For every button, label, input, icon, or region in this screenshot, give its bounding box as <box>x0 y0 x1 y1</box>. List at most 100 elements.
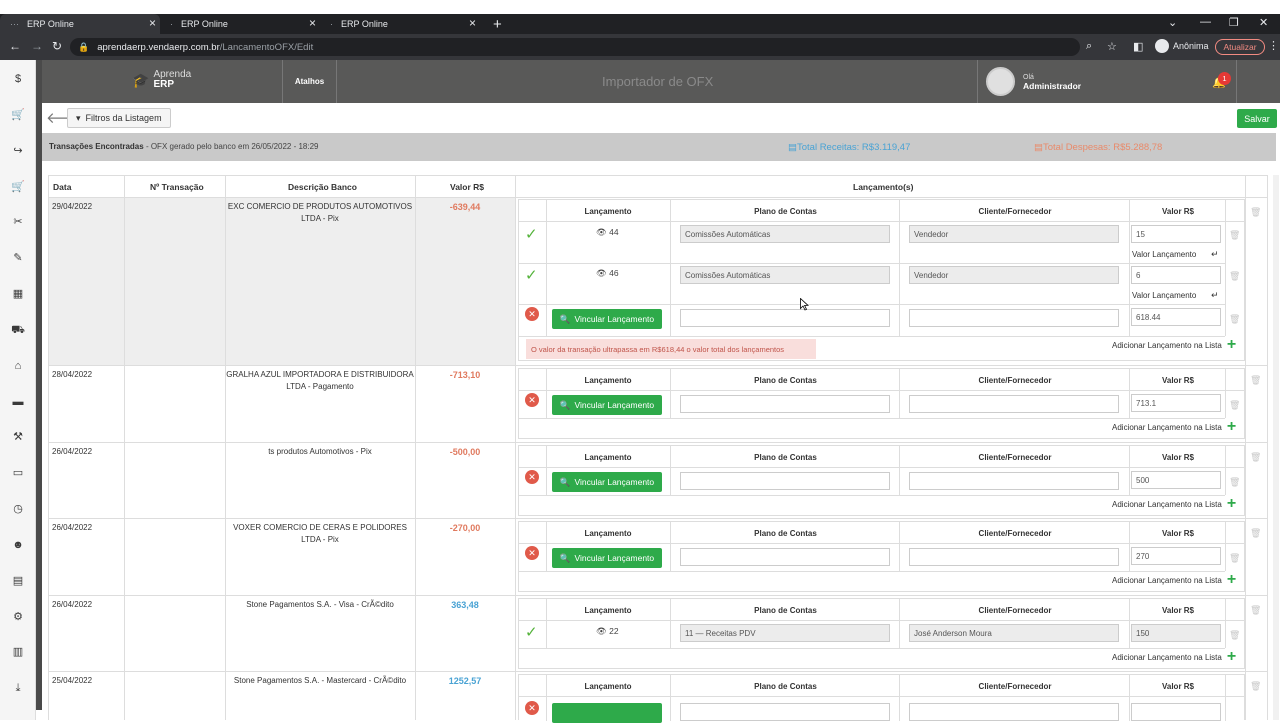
browser-tab[interactable]: · ERP Online × <box>160 14 320 34</box>
plano-input[interactable] <box>680 395 890 413</box>
trash-icon[interactable]: 🗑 <box>1229 630 1240 641</box>
profile-label: Anônima <box>1173 41 1209 51</box>
close-window-icon[interactable]: ✕ <box>1259 16 1268 29</box>
logo[interactable]: 🎓 Aprenda ERP <box>132 70 191 90</box>
sub-col-lancamento: Lançamento <box>584 207 632 216</box>
tab-title: ERP Online <box>181 19 228 29</box>
atalhos-button[interactable]: Atalhos <box>282 60 337 103</box>
trash-icon[interactable]: 🗑 <box>1229 400 1240 411</box>
trash-icon[interactable]: 🗑 <box>1250 605 1261 616</box>
boxes-icon[interactable]: ▦ <box>10 287 26 301</box>
monitor-icon[interactable]: ▭ <box>10 466 26 480</box>
entry-link[interactable]: 👁 46 <box>596 268 619 279</box>
entry-link[interactable]: 👁 44 <box>596 227 619 238</box>
clock-icon[interactable]: ◷ <box>10 502 26 516</box>
enter-icon[interactable]: ↵ <box>1211 290 1219 301</box>
add-lancamento-link[interactable]: Adicionar Lançamento na Lista + <box>1112 419 1236 435</box>
wrench-icon[interactable]: ⚒ <box>10 430 26 444</box>
share-icon[interactable]: ↪ <box>10 144 26 158</box>
tools-icon[interactable]: ✂ <box>10 215 26 229</box>
valor-input[interactable]: 618.44 <box>1131 308 1221 326</box>
trash-icon[interactable]: 🗑 <box>1250 207 1261 218</box>
zoom-icon[interactable]: ⌕ <box>1086 40 1092 53</box>
trash-icon[interactable]: 🗑 <box>1229 314 1240 325</box>
edit-icon[interactable]: ✎ <box>10 251 26 265</box>
vincular-button[interactable]: 🔍 Vincular Lançamento <box>552 548 662 568</box>
reload-icon[interactable]: ↻ <box>52 39 62 53</box>
save-button[interactable]: Salvar <box>1237 109 1277 128</box>
cliente-input[interactable] <box>909 309 1119 327</box>
cliente-field: Vendedor <box>909 225 1119 243</box>
cliente-input[interactable] <box>909 548 1119 566</box>
car-icon[interactable]: ▬ <box>10 395 26 409</box>
sidebar-icon[interactable]: ◧ <box>1133 40 1143 53</box>
col-transacao: Nº Transação <box>150 182 204 192</box>
truck-icon[interactable]: ⛟ <box>10 323 26 337</box>
report-icon[interactable]: ▤ <box>10 574 26 588</box>
browser-tab[interactable]: ··· ERP Online × <box>0 14 160 34</box>
trash-icon[interactable]: 🗑 <box>1229 230 1240 241</box>
browser-tab[interactable]: · ERP Online × <box>320 14 480 34</box>
grid-line <box>1129 369 1130 418</box>
url-field[interactable]: 🔒 aprendaerp.vendaerp.com.br/LancamentoO… <box>70 38 1080 56</box>
check-icon: ✓ <box>525 267 538 284</box>
dollar-icon[interactable]: $ <box>10 72 26 86</box>
cliente-input[interactable] <box>909 703 1119 721</box>
bank-icon[interactable]: ⌂ <box>10 359 26 373</box>
minimize-icon[interactable]: — <box>1200 16 1211 28</box>
update-button[interactable]: Atualizar <box>1215 39 1265 55</box>
trash-icon[interactable]: 🗑 <box>1250 528 1261 539</box>
trash-icon[interactable]: 🗑 <box>1250 375 1261 386</box>
valor-input[interactable] <box>1131 703 1221 721</box>
trash-icon[interactable]: 🗑 <box>1229 477 1240 488</box>
cliente-input[interactable] <box>909 395 1119 413</box>
restore-icon[interactable]: ❐ <box>1229 16 1239 29</box>
download-icon[interactable]: ⤓ <box>10 681 26 695</box>
filters-button[interactable]: ▾ Filtros da Listagem <box>67 108 171 128</box>
add-lancamento-link[interactable]: Adicionar Lançamento na Lista + <box>1112 337 1236 353</box>
tab-search-icon[interactable]: ⌄ <box>1168 16 1177 29</box>
trash-icon[interactable]: 🗑 <box>1250 452 1261 463</box>
trash-icon[interactable]: 🗑 <box>1229 553 1240 564</box>
valor-input[interactable]: 15 <box>1131 225 1221 243</box>
profile-button[interactable]: Anônima <box>1155 39 1209 53</box>
cliente-input[interactable] <box>909 472 1119 490</box>
new-tab-icon[interactable]: + <box>493 16 502 33</box>
valor-input[interactable]: 6 <box>1131 266 1221 284</box>
close-tab-icon[interactable]: × <box>469 16 476 30</box>
valor-input[interactable]: 500 <box>1131 471 1221 489</box>
plano-input[interactable] <box>680 548 890 566</box>
add-lancamento-link[interactable]: Adicionar Lançamento na Lista + <box>1112 496 1236 512</box>
plano-input[interactable] <box>680 703 890 721</box>
menu-icon[interactable]: ⋮ <box>1268 39 1279 52</box>
cart-icon[interactable]: 🛒 <box>10 108 26 122</box>
chart-icon[interactable]: ▥ <box>10 645 26 659</box>
plano-input[interactable] <box>680 309 890 327</box>
vincular-button[interactable]: 🔍 Vincular Lançamento <box>552 395 662 415</box>
user-menu[interactable]: Olá Administrador ⌄ <box>977 60 1237 103</box>
eye-icon: 👁 <box>596 268 607 278</box>
entry-link[interactable]: 👁 22 <box>596 626 619 637</box>
back-icon[interactable]: ← <box>9 39 21 53</box>
bookmark-star-icon[interactable]: ☆ <box>1107 40 1117 53</box>
gear-icon[interactable]: ⚙ <box>10 610 26 624</box>
forward-icon[interactable]: → <box>31 39 43 53</box>
enter-icon[interactable]: ↵ <box>1211 249 1219 260</box>
users-icon[interactable]: ☻ <box>10 538 26 552</box>
vincular-button[interactable] <box>552 703 662 723</box>
add-lancamento-link[interactable]: Adicionar Lançamento na Lista + <box>1112 649 1236 665</box>
page-scrollbar[interactable] <box>1273 175 1279 720</box>
add-lancamento-link[interactable]: Adicionar Lançamento na Lista + <box>1112 572 1236 588</box>
valor-input[interactable]: 713.1 <box>1131 394 1221 412</box>
cart-plus-icon[interactable]: 🛒 <box>10 180 26 194</box>
close-tab-icon[interactable]: × <box>149 16 156 30</box>
vincular-button[interactable]: 🔍 Vincular Lançamento <box>552 309 662 329</box>
plano-input[interactable] <box>680 472 890 490</box>
sub-col-cliente: Cliente/Fornecedor <box>978 207 1052 216</box>
trash-icon[interactable]: 🗑 <box>1229 271 1240 282</box>
close-tab-icon[interactable]: × <box>309 16 316 30</box>
vincular-button[interactable]: 🔍 Vincular Lançamento <box>552 472 662 492</box>
trash-icon[interactable]: 🗑 <box>1250 681 1261 692</box>
grid-line <box>546 599 547 648</box>
valor-input[interactable]: 270 <box>1131 547 1221 565</box>
